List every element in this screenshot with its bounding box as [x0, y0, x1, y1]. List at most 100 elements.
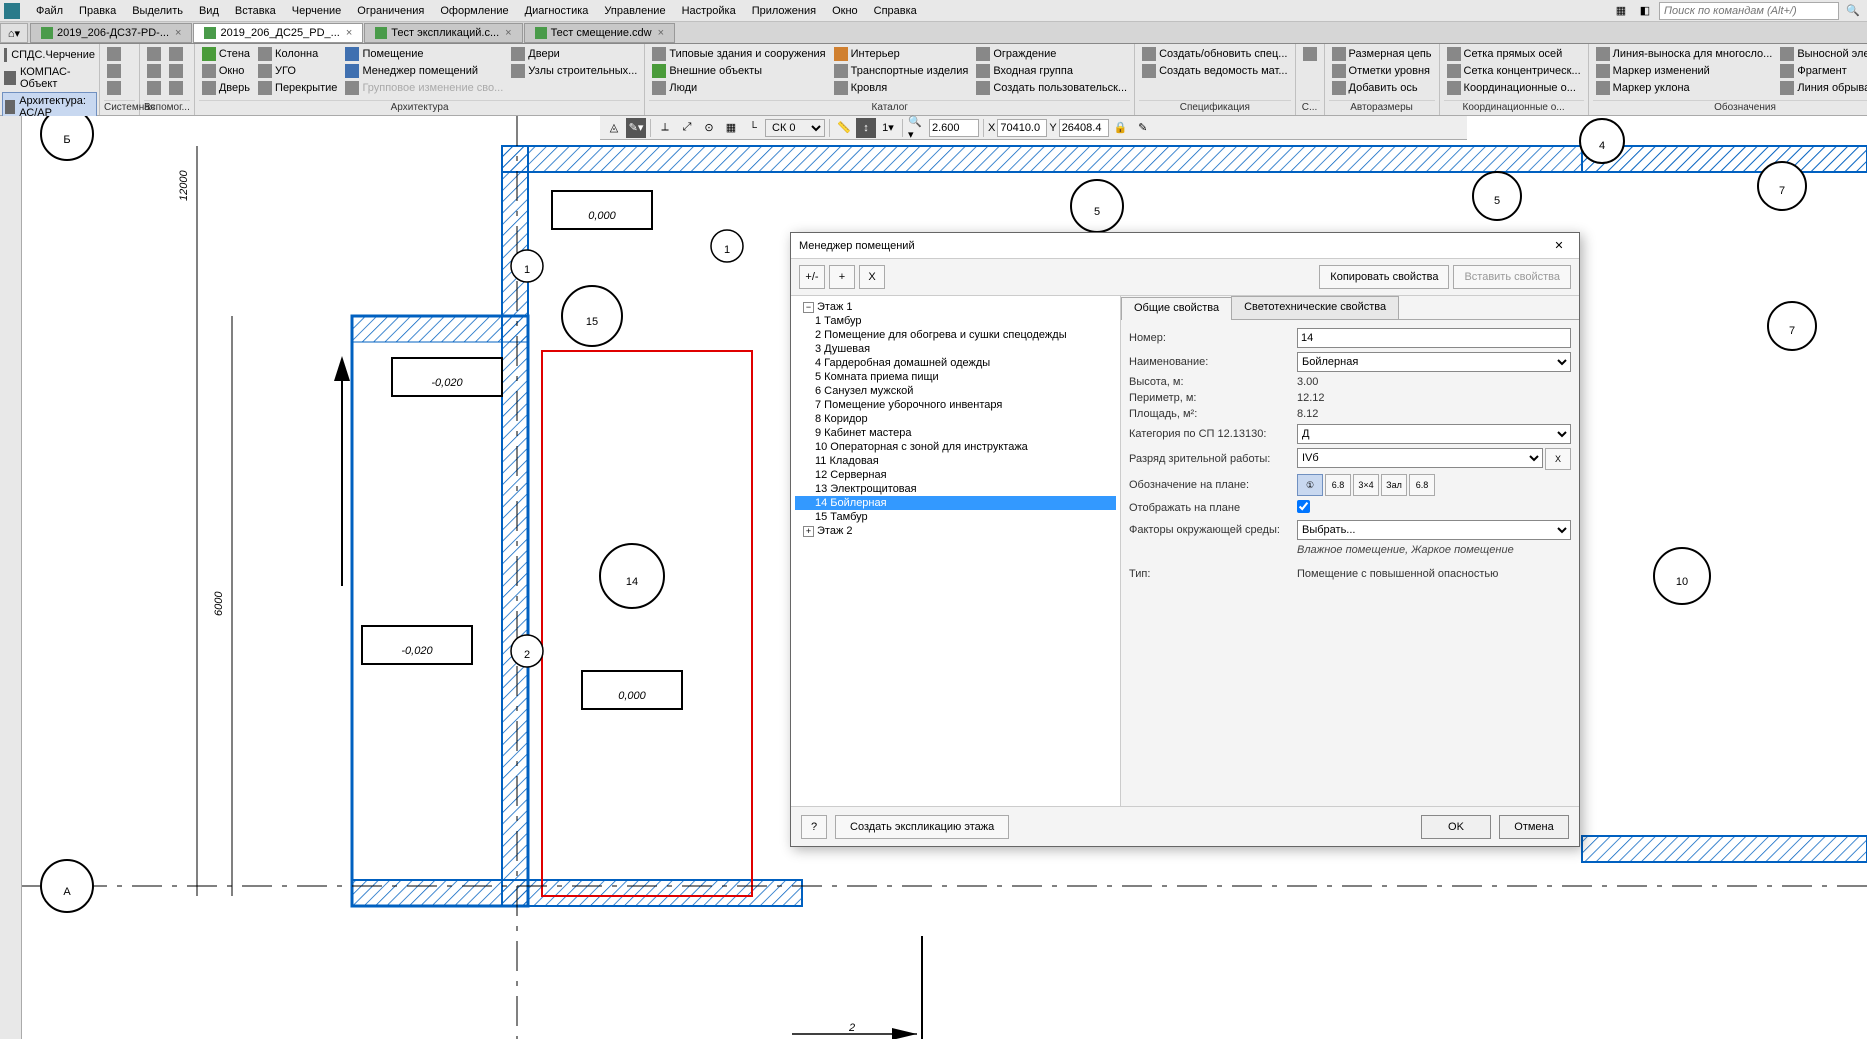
- tool-btn[interactable]: [144, 63, 164, 79]
- tree-room-item[interactable]: 8 Коридор: [795, 412, 1116, 426]
- rooms-tree[interactable]: −Этаж 1 1 Тамбур2 Помещение для обогрева…: [791, 296, 1121, 806]
- level-marks-button[interactable]: Отметки уровня: [1329, 63, 1435, 79]
- close-icon[interactable]: ×: [658, 27, 664, 39]
- interior-button[interactable]: Интерьер: [831, 46, 972, 62]
- brush-icon[interactable]: ✎▾: [626, 118, 646, 138]
- transport-button[interactable]: Транспортные изделия: [831, 63, 972, 79]
- menu-manage[interactable]: Управление: [596, 2, 673, 20]
- window-button[interactable]: Окно: [199, 63, 253, 79]
- toggle-button[interactable]: +/-: [799, 265, 825, 289]
- nodes-button[interactable]: Узлы строительных...: [508, 63, 640, 79]
- wall-button[interactable]: Стена: [199, 46, 253, 62]
- cs-icon[interactable]: └: [743, 118, 763, 138]
- menu-window[interactable]: Окно: [824, 2, 866, 20]
- grid-icon[interactable]: ▦: [721, 118, 741, 138]
- measure-icon[interactable]: 📏: [834, 118, 854, 138]
- home-button[interactable]: ⌂▾: [0, 23, 28, 43]
- fragment-button[interactable]: Фрагмент: [1777, 63, 1867, 79]
- paste-props-button[interactable]: Вставить свойства: [1453, 265, 1571, 289]
- doors-button[interactable]: Двери: [508, 46, 640, 62]
- menu-help[interactable]: Справка: [866, 2, 925, 20]
- plan-icon-1[interactable]: ①: [1297, 474, 1323, 496]
- show-on-plan-checkbox[interactable]: [1297, 500, 1310, 513]
- vtool-1[interactable]: [2, 118, 20, 136]
- tree-room-item[interactable]: 3 Душевая: [795, 342, 1116, 356]
- slope-marker-button[interactable]: Маркер уклона: [1593, 80, 1776, 96]
- edit-icon[interactable]: ✎: [1133, 118, 1153, 138]
- visual-select[interactable]: IVб: [1297, 448, 1543, 468]
- tool-btn[interactable]: [166, 80, 186, 96]
- lock-icon[interactable]: 🔒: [1111, 118, 1131, 138]
- tree-room-item[interactable]: 6 Санузел мужской: [795, 384, 1116, 398]
- room-button[interactable]: Помещение: [342, 46, 506, 62]
- expand-icon[interactable]: +: [803, 526, 814, 537]
- category-select[interactable]: Д: [1297, 424, 1571, 444]
- callout-button[interactable]: Выносной элемент: [1777, 46, 1867, 62]
- ok-button[interactable]: OK: [1421, 815, 1491, 839]
- menu-settings[interactable]: Настройка: [674, 2, 744, 20]
- dialog-titlebar[interactable]: Менеджер помещений ✕: [791, 233, 1579, 259]
- slab-button[interactable]: Перекрытие: [255, 80, 340, 96]
- tree-room-item[interactable]: 4 Гардеробная домашней одежды: [795, 356, 1116, 370]
- collapse-icon[interactable]: −: [803, 302, 814, 313]
- help-button[interactable]: ?: [801, 815, 827, 839]
- view-icon[interactable]: ◧: [1635, 1, 1655, 21]
- plan-icon-3[interactable]: 3×4: [1353, 474, 1379, 496]
- tab-general[interactable]: Общие свойства: [1121, 297, 1232, 320]
- break-line-button[interactable]: Линия обрыва: [1777, 80, 1867, 96]
- tree-room-item[interactable]: 10 Операторная с зоной для инструктажа: [795, 440, 1116, 454]
- leader-button[interactable]: Линия-выноска для многосло...: [1593, 46, 1776, 62]
- tree-room-item[interactable]: 14 Бойлерная: [795, 496, 1116, 510]
- doc-tab-4[interactable]: Тест смещение.cdw×: [524, 23, 675, 43]
- measure2-icon[interactable]: ↕: [856, 118, 876, 138]
- roof-button[interactable]: Кровля: [831, 80, 972, 96]
- name-select[interactable]: Бойлерная: [1297, 352, 1571, 372]
- menu-constraints[interactable]: Ограничения: [349, 2, 432, 20]
- visual-clear-button[interactable]: X: [1545, 448, 1571, 470]
- vtool-3[interactable]: [2, 158, 20, 176]
- plan-icon-2[interactable]: 6.8: [1325, 474, 1351, 496]
- tool-btn[interactable]: [144, 46, 164, 62]
- gear-button[interactable]: [1300, 46, 1320, 62]
- snap3-icon[interactable]: ⊙: [699, 118, 719, 138]
- add-axis-button[interactable]: Добавить ось: [1329, 80, 1435, 96]
- menu-view[interactable]: Вид: [191, 2, 227, 20]
- tree-room-item[interactable]: 12 Серверная: [795, 468, 1116, 482]
- menu-select[interactable]: Выделить: [124, 2, 191, 20]
- doc-tab-2[interactable]: 2019_206_ДС25_PD_...×: [193, 23, 363, 43]
- cs-select[interactable]: СК 0: [765, 119, 825, 137]
- menu-edit[interactable]: Правка: [71, 2, 124, 20]
- menu-diag[interactable]: Диагностика: [517, 2, 597, 20]
- tree-floor-1[interactable]: −Этаж 1: [795, 300, 1116, 314]
- close-button[interactable]: ✕: [1547, 236, 1571, 256]
- copy-props-button[interactable]: Копировать свойства: [1319, 265, 1449, 289]
- create-spec-button[interactable]: Создать/обновить спец...: [1139, 46, 1290, 62]
- close-icon[interactable]: ×: [175, 27, 181, 39]
- x-input[interactable]: [997, 119, 1047, 137]
- column-button[interactable]: Колонна: [255, 46, 340, 62]
- tool-btn[interactable]: [144, 80, 164, 96]
- doc-tab-3[interactable]: Тест экспликаций.с...×: [364, 23, 522, 43]
- spds-button[interactable]: СПДС.Черчение: [2, 46, 97, 64]
- doc-tab-1[interactable]: 2019_206-ДС37-PD-...×: [30, 23, 192, 43]
- snap2-icon[interactable]: ⤢: [677, 118, 697, 138]
- pick-icon[interactable]: ◬: [604, 118, 624, 138]
- create-list-button[interactable]: Создать ведомость мат...: [1139, 63, 1290, 79]
- entrance-button[interactable]: Входная группа: [973, 63, 1130, 79]
- typical-bldg-button[interactable]: Типовые здания и сооружения: [649, 46, 828, 62]
- dim-chain-button[interactable]: Размерная цепь: [1329, 46, 1435, 62]
- delete-button[interactable]: X: [859, 265, 885, 289]
- tree-room-item[interactable]: 9 Кабинет мастера: [795, 426, 1116, 440]
- grid-straight-button[interactable]: Сетка прямых осей: [1444, 46, 1584, 62]
- tool-btn[interactable]: [104, 63, 124, 79]
- cancel-button[interactable]: Отмена: [1499, 815, 1569, 839]
- menu-apps[interactable]: Приложения: [744, 2, 824, 20]
- room-manager-button[interactable]: Менеджер помещений: [342, 63, 506, 79]
- tool-btn[interactable]: [166, 63, 186, 79]
- scale-input[interactable]: [929, 119, 979, 137]
- people-button[interactable]: Люди: [649, 80, 828, 96]
- coord-button[interactable]: Координационные о...: [1444, 80, 1584, 96]
- create-explication-button[interactable]: Создать экспликацию этажа: [835, 815, 1009, 839]
- env-select[interactable]: Выбрать...: [1297, 520, 1571, 540]
- tree-room-item[interactable]: 11 Кладовая: [795, 454, 1116, 468]
